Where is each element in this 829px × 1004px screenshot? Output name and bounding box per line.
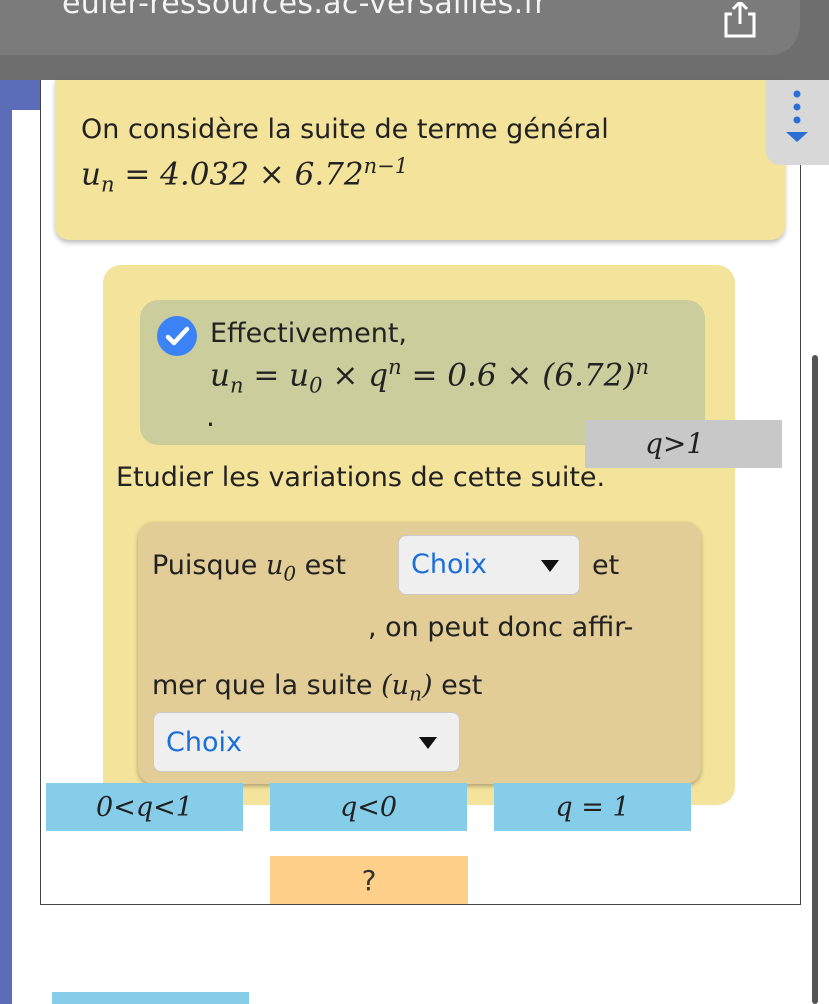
answer-est2: est	[432, 670, 483, 701]
draggable-chip-q-gt-1[interactable]: q>1	[585, 420, 782, 468]
answer-et: et	[592, 550, 620, 581]
fb-sup-n: n	[388, 355, 402, 379]
instruction-text: Etudier les variations de cette suite.	[116, 462, 606, 493]
scrollbar[interactable]	[812, 355, 818, 1004]
answer-u: u	[265, 550, 284, 581]
answer-est: est	[296, 550, 346, 581]
check-circle-icon	[157, 316, 197, 356]
answer-un-sub: n	[409, 681, 422, 706]
formula-sub-n: n	[100, 172, 115, 197]
answer-un: (u	[381, 670, 410, 701]
chip-label: q>1	[645, 427, 705, 460]
chip-q-lt-0[interactable]: q<0	[270, 783, 467, 831]
answer-puisque: Puisque	[152, 550, 266, 581]
feedback-formula: un = u0 × qn = 0.6 × (6.72)n	[210, 355, 649, 398]
answer-un-close: )	[421, 670, 433, 701]
variation-select[interactable]: Choix	[153, 712, 460, 772]
answer-line3: mer que la suite (un) est	[152, 670, 482, 705]
feedback-title: Effectivement,	[210, 318, 407, 349]
formula-rhs: = 4.032 × 6.72	[114, 156, 364, 193]
fb-q: × q	[322, 357, 389, 394]
fb-tail: = 0.6 × (6.72)	[401, 357, 636, 394]
frame-bottom-border	[40, 904, 801, 905]
chip-0-lt-q-lt-1[interactable]: 0<q<1	[46, 783, 243, 831]
answer-line1: Puisque u0 est	[152, 550, 346, 585]
vertical-dots-download-icon[interactable]	[766, 80, 829, 165]
answer-line2: , on peut donc affir-	[368, 612, 634, 643]
url-text[interactable]: euler-ressources.ac-versailles.fr	[62, 0, 547, 21]
question-text: On considère la suite de terme général	[81, 114, 609, 145]
chevron-down-icon	[541, 560, 559, 572]
question-formula: un = 4.032 × 6.72n−1	[81, 154, 408, 197]
feedback-period: .	[206, 400, 215, 433]
answer-u-sub: 0	[283, 561, 297, 586]
formula-u: u	[81, 156, 101, 193]
variation-select-value: Choix	[166, 727, 242, 758]
fb-u: u	[210, 357, 230, 394]
chip-q-eq-1[interactable]: q = 1	[494, 783, 691, 831]
frame-left-border	[40, 80, 41, 905]
chevron-down-icon	[419, 737, 437, 749]
formula-exponent: n−1	[363, 154, 409, 178]
bottom-chip-partial[interactable]	[52, 992, 249, 1004]
fb-mid: = u	[243, 357, 310, 394]
fb-sub-0: 0	[309, 373, 323, 398]
left-edge-panel	[0, 80, 12, 1004]
left-edge-tab	[0, 80, 40, 110]
sign-select-value: Choix	[411, 549, 487, 580]
answer-suite-text: mer que la suite	[152, 670, 382, 701]
help-button[interactable]: ?	[270, 856, 468, 904]
share-icon[interactable]	[720, 2, 760, 38]
question-card: On considère la suite de terme général u…	[55, 80, 785, 240]
fb-sub-n: n	[229, 373, 244, 398]
fb-sup-n2: n	[635, 355, 650, 379]
sign-select[interactable]: Choix	[398, 535, 580, 595]
browser-toolbar: euler-ressources.ac-versailles.fr	[0, 0, 829, 80]
